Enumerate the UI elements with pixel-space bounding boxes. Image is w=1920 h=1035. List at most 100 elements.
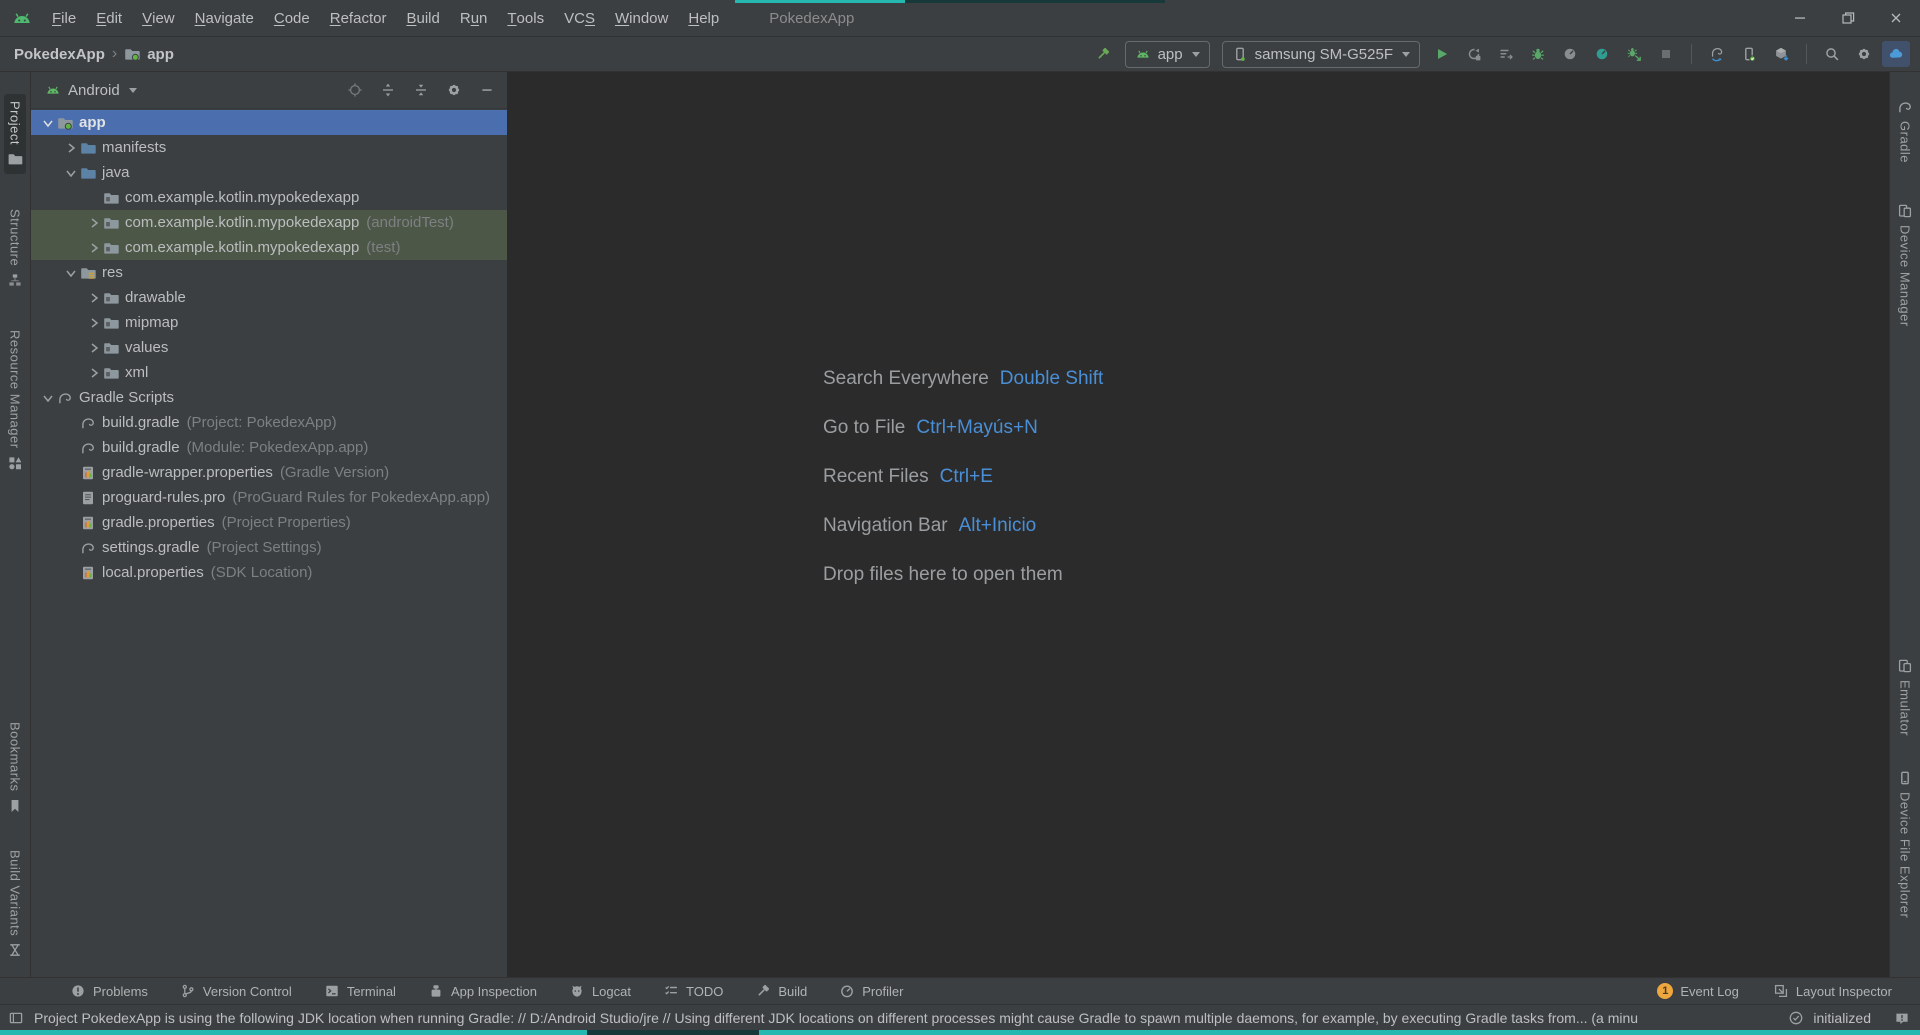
assistant-button[interactable]	[1882, 41, 1910, 67]
run-config-selector[interactable]: app	[1124, 40, 1210, 68]
gradle-sync-button[interactable]	[1703, 41, 1731, 67]
settings-gear-button[interactable]	[444, 77, 464, 103]
chevron-right-icon[interactable]	[85, 340, 102, 356]
menu-code[interactable]: Code	[264, 0, 320, 36]
tree-item-label: com.example.kotlin.mypokedexapp	[125, 239, 360, 256]
tool-window-button-event-log[interactable]: 1 Event Log	[1657, 983, 1739, 999]
menu-view[interactable]: View	[132, 0, 185, 36]
chevron-right-icon[interactable]	[85, 315, 102, 331]
tree-row[interactable]: proguard-rules.pro (ProGuard Rules for Po…	[31, 485, 507, 510]
tool-window-button-logcat[interactable]: Logcat	[569, 983, 631, 999]
menu-build[interactable]: Build	[396, 0, 449, 36]
attach-debugger-button[interactable]	[1620, 41, 1648, 67]
tree-row[interactable]: values	[31, 335, 507, 360]
close-button[interactable]	[1872, 0, 1920, 36]
breadcrumb: PokedexApp › app	[14, 45, 174, 63]
chevron-right-icon[interactable]	[85, 215, 102, 231]
tool-window-button-terminal[interactable]: Terminal	[324, 983, 396, 999]
collapse-all-button[interactable]	[411, 77, 431, 103]
tree-row[interactable]: manifests	[31, 135, 507, 160]
hint-label: Recent Files	[823, 465, 929, 487]
tree-row[interactable]: com.example.kotlin.mypokedexapp	[31, 185, 507, 210]
tool-stripe-button-structure[interactable]: Structure	[4, 202, 26, 295]
tree-row[interactable]: local.properties (SDK Location)	[31, 560, 507, 585]
chevron-down-icon[interactable]	[62, 265, 79, 281]
profile-button[interactable]	[1556, 41, 1584, 67]
tool-stripe-button-device-manager[interactable]: Device Manager	[1894, 196, 1916, 334]
restore-button[interactable]	[1824, 0, 1872, 36]
tree-row[interactable]: com.example.kotlin.mypokedexapp (test)	[31, 235, 507, 260]
tool-stripe-button-bookmarks[interactable]: Bookmarks	[4, 715, 26, 821]
breadcrumb-project[interactable]: PokedexApp	[14, 46, 105, 63]
tree-row[interactable]: mipmap	[31, 310, 507, 335]
tool-stripe-button-build-variants[interactable]: Build Variants	[4, 843, 26, 965]
menu-file[interactable]: File	[42, 0, 86, 36]
status-message[interactable]: Project PokedexApp is using the followin…	[34, 1010, 1638, 1026]
menu-help[interactable]: Help	[678, 0, 729, 36]
menu-edit[interactable]: Edit	[86, 0, 132, 36]
chevron-down-icon[interactable]	[39, 390, 56, 406]
chevron-right-icon[interactable]	[62, 140, 79, 156]
tree-row[interactable]: gradle-wrapper.properties (Gradle Version…	[31, 460, 507, 485]
editor-area[interactable]: Search Everywhere Double Shift Go to File C…	[508, 72, 1889, 977]
tool-window-button-problems[interactable]: Problems	[70, 983, 148, 999]
build-hammer-button[interactable]	[1089, 41, 1117, 67]
settings-button[interactable]	[1850, 41, 1878, 67]
tool-stripe-label: Resource Manager	[7, 330, 23, 449]
tool-window-button-profiler[interactable]: Profiler	[839, 983, 903, 999]
menu-refactor[interactable]: Refactor	[320, 0, 397, 36]
tree-item-label: build.gradle	[102, 439, 180, 456]
breadcrumb-module[interactable]: app	[147, 46, 174, 63]
expand-all-button[interactable]	[378, 77, 398, 103]
screen-reader-icon[interactable]	[8, 1010, 24, 1026]
tool-stripe-button-gradle[interactable]: Gradle	[1894, 92, 1916, 170]
tool-window-button-version-control[interactable]: Version Control	[180, 983, 292, 999]
tree-row[interactable]: xml	[31, 360, 507, 385]
device-manager-button[interactable]	[1735, 41, 1763, 67]
hide-button[interactable]	[477, 77, 497, 103]
tool-stripe-button-device-file-explorer[interactable]: Device File Explorer	[1894, 763, 1916, 925]
tree-row[interactable]: java	[31, 160, 507, 185]
tree-row[interactable]: app	[31, 110, 507, 135]
tool-stripe-button-emulator[interactable]: Emulator	[1894, 651, 1916, 743]
menu-run[interactable]: Run	[450, 0, 498, 36]
tool-stripe-button-resource-manager[interactable]: Resource Manager	[4, 323, 26, 478]
sdk-manager-button[interactable]	[1767, 41, 1795, 67]
logcat-icon	[569, 983, 585, 999]
tree-row[interactable]: build.gradle (Module: PokedexApp.app)	[31, 435, 507, 460]
locate-button[interactable]	[345, 77, 365, 103]
profiler-button[interactable]	[1588, 41, 1616, 67]
menu-vcs[interactable]: VCS	[554, 0, 605, 36]
device-selector[interactable]: samsung SM-G525F	[1221, 40, 1420, 68]
search-everywhere-button[interactable]	[1818, 41, 1846, 67]
tree-row[interactable]: settings.gradle (Project Settings)	[31, 535, 507, 560]
tree-row[interactable]: drawable	[31, 285, 507, 310]
exclamation-bubble-icon[interactable]	[1894, 1010, 1910, 1026]
chevron-down-icon[interactable]	[62, 165, 79, 181]
menu-tools[interactable]: Tools	[497, 0, 554, 36]
apply-changes-restart-button[interactable]	[1460, 41, 1488, 67]
tool-stripe-button-project[interactable]: Project	[4, 94, 26, 174]
chevron-right-icon[interactable]	[85, 240, 102, 256]
tree-row[interactable]: Gradle Scripts	[31, 385, 507, 410]
chevron-down-icon[interactable]	[39, 115, 56, 131]
chevron-right-icon[interactable]	[85, 290, 102, 306]
run-button[interactable]	[1428, 41, 1456, 67]
tree-row[interactable]: com.example.kotlin.mypokedexapp (androidT…	[31, 210, 507, 235]
tool-window-button-layout-inspector[interactable]: Layout Inspector	[1773, 983, 1892, 999]
tool-window-button-app-inspection[interactable]: App Inspection	[428, 983, 537, 999]
menu-navigate[interactable]: Navigate	[185, 0, 264, 36]
stop-button[interactable]	[1652, 41, 1680, 67]
tree-row[interactable]: res	[31, 260, 507, 285]
tree-row[interactable]: build.gradle (Project: PokedexApp)	[31, 410, 507, 435]
tool-window-button-build[interactable]: Build	[755, 983, 807, 999]
tree-row[interactable]: gradle.properties (Project Properties)	[31, 510, 507, 535]
tool-window-button-todo[interactable]: TODO	[663, 983, 723, 999]
minimize-button[interactable]	[1776, 0, 1824, 36]
project-view-selector[interactable]: Android	[68, 82, 120, 99]
menu-window[interactable]: Window	[605, 0, 678, 36]
debug-button[interactable]	[1524, 41, 1552, 67]
properties-icon	[79, 515, 96, 531]
chevron-right-icon[interactable]	[85, 365, 102, 381]
apply-code-changes-button[interactable]	[1492, 41, 1520, 67]
